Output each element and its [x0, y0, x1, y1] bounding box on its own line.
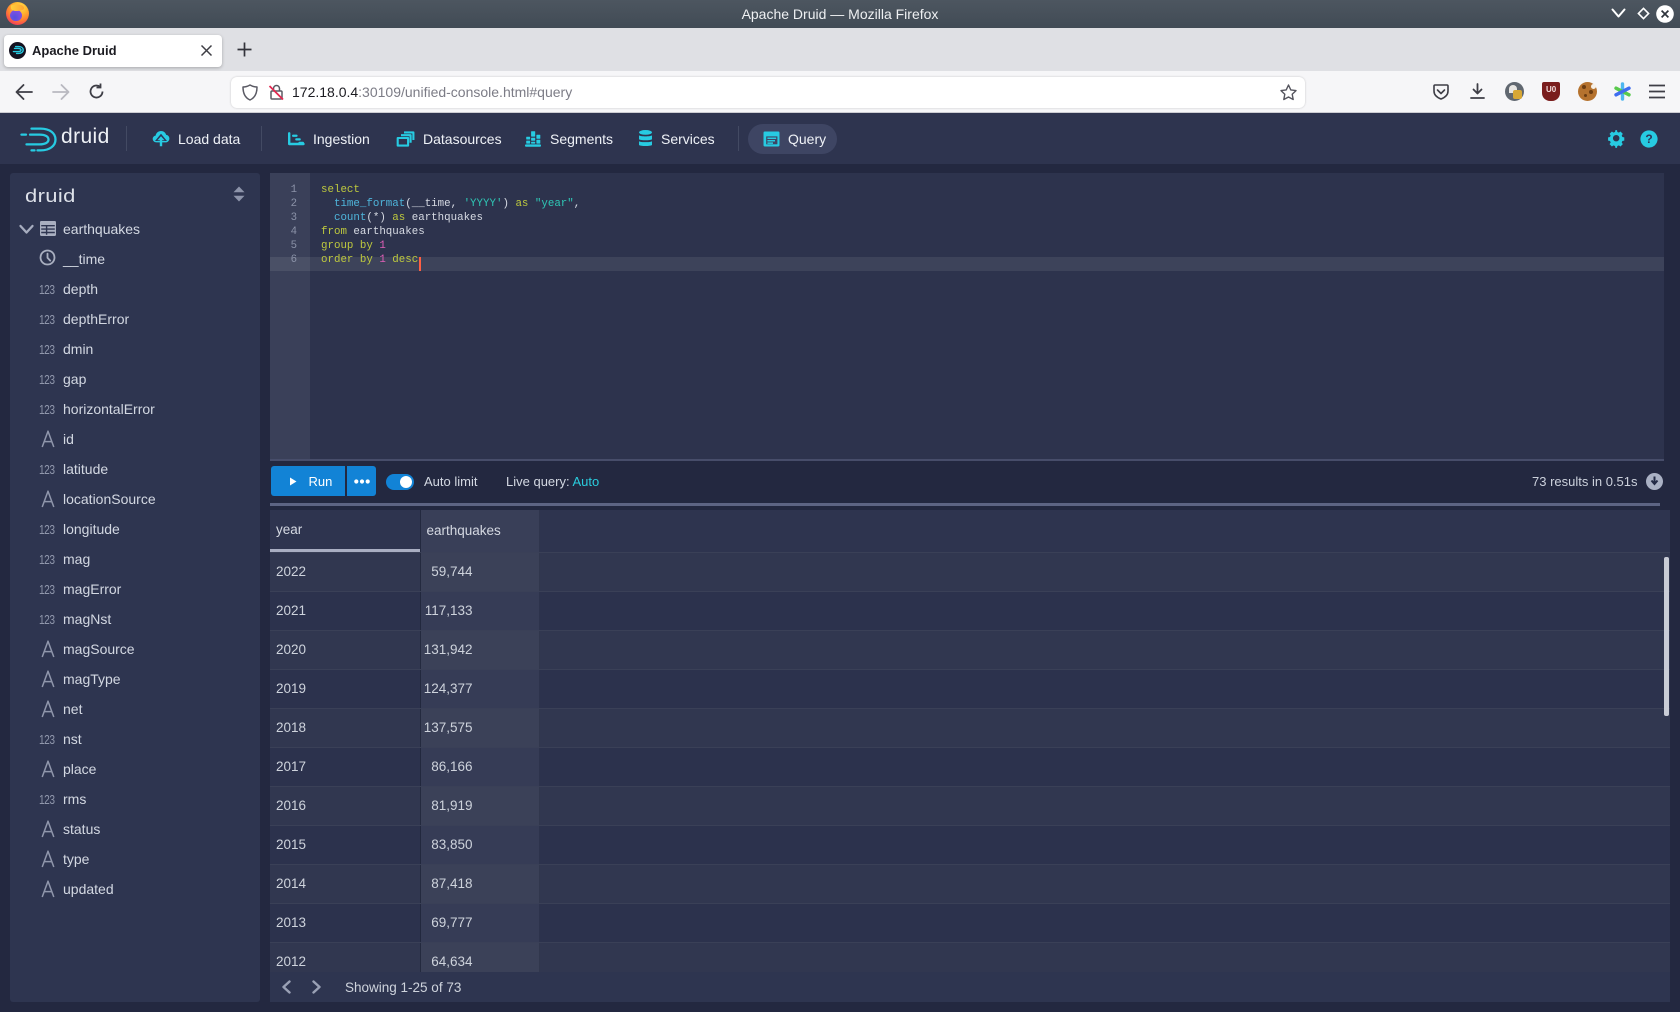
svg-text:?: ?: [1645, 132, 1652, 146]
